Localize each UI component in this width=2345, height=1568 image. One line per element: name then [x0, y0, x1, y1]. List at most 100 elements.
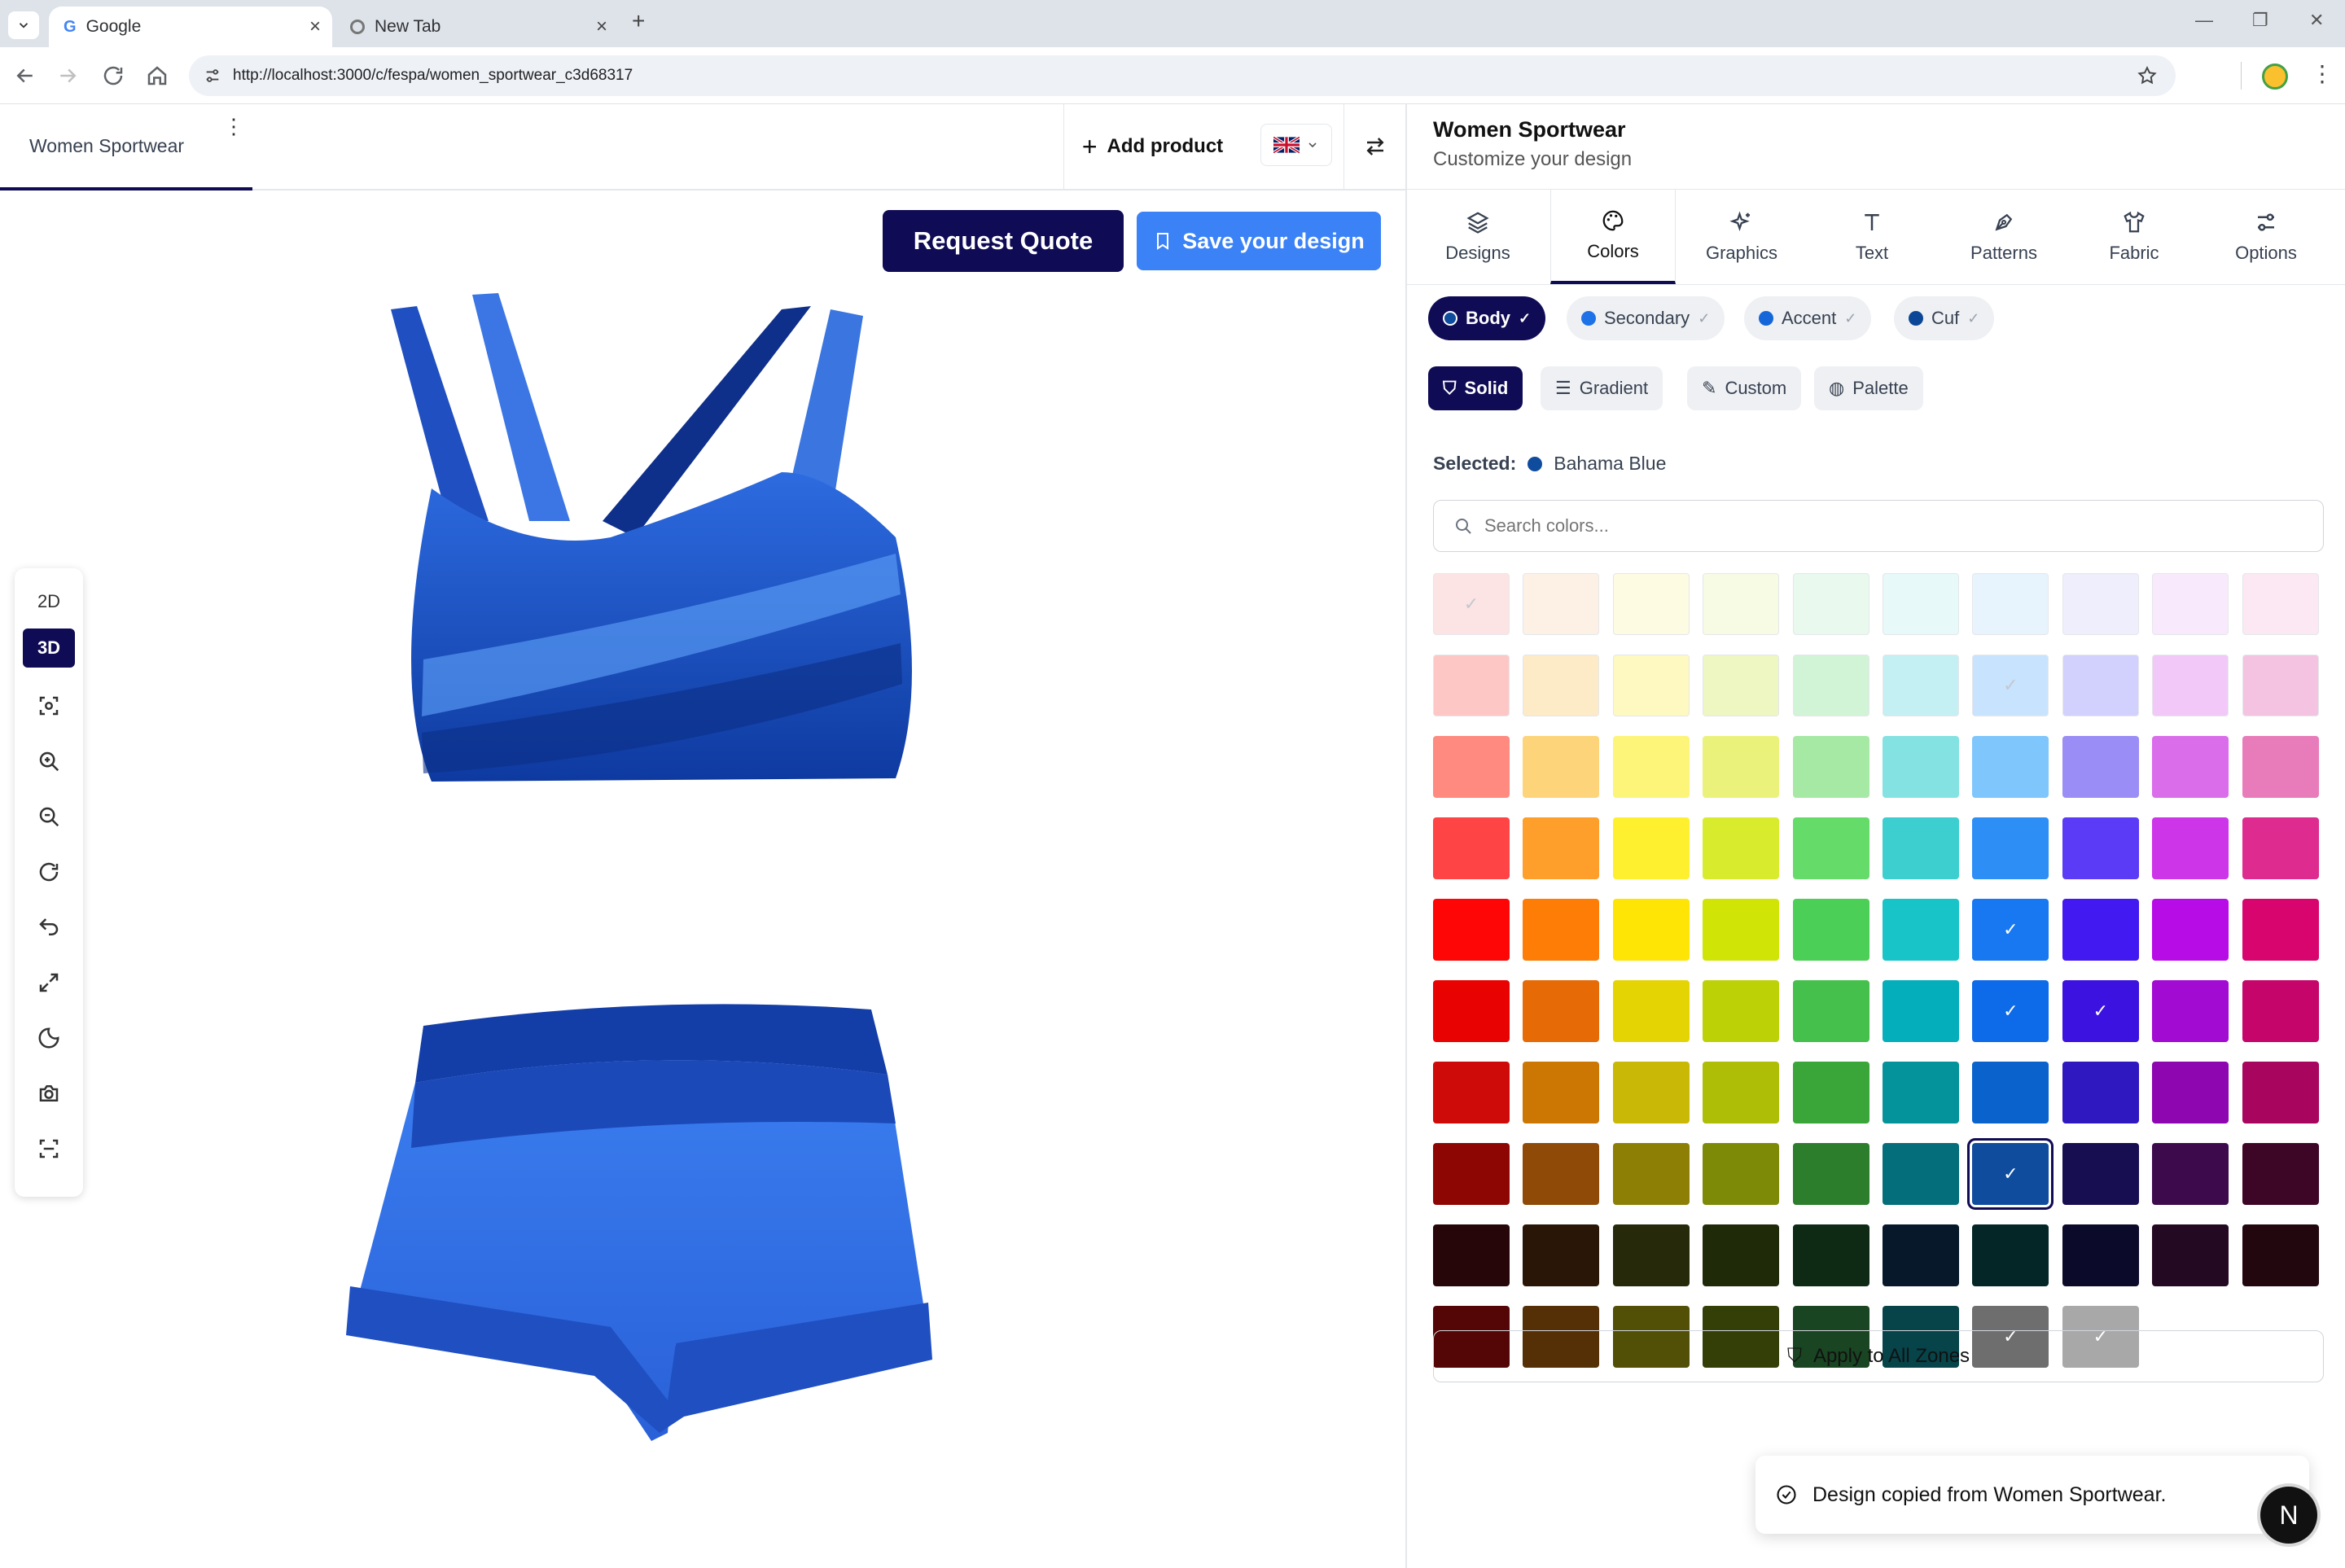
close-window-icon[interactable]: ✕	[2309, 10, 2324, 31]
color-swatch[interactable]	[1523, 1143, 1600, 1205]
color-swatch[interactable]	[1703, 736, 1780, 798]
expand-button[interactable]	[23, 961, 75, 1005]
color-swatch[interactable]	[1972, 736, 2049, 798]
color-swatch[interactable]	[2242, 817, 2319, 879]
browser-tab-google[interactable]: G Google ×	[49, 7, 332, 47]
color-swatch[interactable]: ✓	[1972, 980, 2049, 1042]
color-swatch[interactable]	[2152, 817, 2229, 879]
color-swatch[interactable]	[1703, 817, 1780, 879]
color-swatch[interactable]	[1523, 573, 1600, 635]
tab-colors[interactable]: Colors	[1550, 190, 1676, 284]
home-icon[interactable]	[145, 64, 169, 88]
zone-body[interactable]: Body ✓	[1428, 296, 1546, 340]
color-swatch[interactable]	[1612, 980, 1690, 1042]
focus-button[interactable]	[23, 684, 75, 728]
screenshot-button[interactable]	[23, 1071, 75, 1115]
mode-palette[interactable]: ◍ Palette	[1814, 366, 1923, 410]
color-swatch[interactable]	[2062, 899, 2139, 961]
color-swatch[interactable]	[2242, 980, 2319, 1042]
color-swatch[interactable]	[1883, 980, 1959, 1042]
color-swatch[interactable]	[2062, 817, 2139, 879]
color-swatch[interactable]	[1883, 899, 1959, 961]
browser-menu-icon[interactable]: ⋮	[2311, 62, 2334, 86]
color-swatch[interactable]	[1433, 736, 1510, 798]
tab-fabric[interactable]: Fabric	[2071, 190, 2197, 284]
zone-secondary[interactable]: Secondary ✓	[1567, 296, 1725, 340]
color-swatch[interactable]	[1883, 736, 1959, 798]
color-swatch[interactable]	[1883, 1224, 1959, 1286]
color-swatch[interactable]: ✓	[1972, 1143, 2049, 1205]
tab-search-button[interactable]	[8, 11, 39, 39]
color-swatch[interactable]	[2062, 655, 2139, 716]
color-swatch[interactable]	[1612, 899, 1690, 961]
zoom-out-button[interactable]	[23, 795, 75, 839]
color-swatch[interactable]	[1433, 817, 1510, 879]
color-swatch[interactable]	[2152, 1224, 2229, 1286]
color-swatch[interactable]	[1792, 1062, 1869, 1123]
color-swatch[interactable]	[2152, 980, 2229, 1042]
color-swatch[interactable]	[2242, 736, 2319, 798]
color-swatch[interactable]	[1792, 573, 1869, 635]
tab-text[interactable]: Text	[1809, 190, 1935, 284]
minimize-icon[interactable]: —	[2195, 10, 2213, 31]
color-swatch[interactable]	[1523, 980, 1600, 1042]
color-swatch[interactable]	[1612, 817, 1690, 879]
mode-solid[interactable]: ⛉ Solid	[1428, 366, 1523, 410]
color-swatch[interactable]	[2242, 1062, 2319, 1123]
color-swatch[interactable]	[1703, 1062, 1780, 1123]
color-swatch[interactable]	[2062, 736, 2139, 798]
search-input[interactable]	[1484, 515, 2217, 537]
restore-icon[interactable]: ❐	[2252, 10, 2268, 31]
color-swatch[interactable]	[2062, 1143, 2139, 1205]
undo-button[interactable]	[23, 905, 75, 949]
color-swatch[interactable]	[1612, 573, 1690, 635]
dark-mode-button[interactable]	[23, 1016, 75, 1060]
new-tab-button[interactable]: +	[632, 8, 645, 34]
color-swatch[interactable]	[1523, 817, 1600, 879]
color-swatch[interactable]: ✓	[2062, 980, 2139, 1042]
color-swatch[interactable]	[1523, 899, 1600, 961]
color-swatch[interactable]	[2242, 899, 2319, 961]
tab-patterns[interactable]: Patterns	[1941, 190, 2067, 284]
color-swatch[interactable]	[1612, 736, 1690, 798]
project-menu-icon[interactable]: ⋮	[223, 114, 244, 139]
color-swatch[interactable]	[1433, 1062, 1510, 1123]
back-icon[interactable]	[13, 64, 37, 88]
color-swatch[interactable]	[2062, 573, 2139, 635]
color-swatch[interactable]: ✓	[1433, 573, 1510, 635]
request-quote-button[interactable]: Request Quote	[883, 210, 1124, 272]
color-swatch[interactable]	[1972, 1062, 2049, 1123]
forward-icon[interactable]	[55, 64, 80, 88]
color-swatch[interactable]	[1792, 980, 1869, 1042]
color-swatch[interactable]	[1792, 655, 1869, 716]
color-swatch[interactable]	[1703, 899, 1780, 961]
color-swatch[interactable]	[1612, 655, 1690, 716]
color-swatch[interactable]	[1972, 1224, 2049, 1286]
mode-gradient[interactable]: ☰ Gradient	[1541, 366, 1663, 410]
color-swatch[interactable]	[1433, 899, 1510, 961]
tab-graphics[interactable]: Graphics	[1679, 190, 1804, 284]
language-select[interactable]	[1260, 124, 1332, 166]
color-search[interactable]	[1433, 500, 2324, 552]
color-swatch[interactable]	[1883, 1062, 1959, 1123]
color-swatch[interactable]	[1433, 655, 1510, 716]
color-swatch[interactable]	[1523, 655, 1600, 716]
color-swatch[interactable]	[1703, 1143, 1780, 1205]
color-swatch[interactable]	[1972, 817, 2049, 879]
color-swatch[interactable]	[2152, 573, 2229, 635]
swap-button[interactable]	[1343, 104, 1405, 189]
color-swatch[interactable]	[1883, 817, 1959, 879]
apply-all-zones-button[interactable]: ⛉ Apply to All Zones	[1433, 1330, 2324, 1382]
save-design-button[interactable]: Save your design	[1137, 212, 1381, 270]
reload-icon[interactable]	[101, 64, 125, 88]
color-swatch[interactable]	[1883, 1143, 1959, 1205]
next-dev-button[interactable]: N	[2260, 1487, 2317, 1544]
color-swatch[interactable]	[1523, 736, 1600, 798]
color-swatch[interactable]	[1612, 1143, 1690, 1205]
color-swatch[interactable]	[1433, 980, 1510, 1042]
mode-custom[interactable]: ✎ Custom	[1687, 366, 1802, 410]
view-2d-button[interactable]: 2D	[23, 580, 75, 624]
color-swatch[interactable]	[1792, 1224, 1869, 1286]
zone-cuf[interactable]: Cuf ✓	[1894, 296, 1995, 340]
color-swatch[interactable]	[2062, 1224, 2139, 1286]
